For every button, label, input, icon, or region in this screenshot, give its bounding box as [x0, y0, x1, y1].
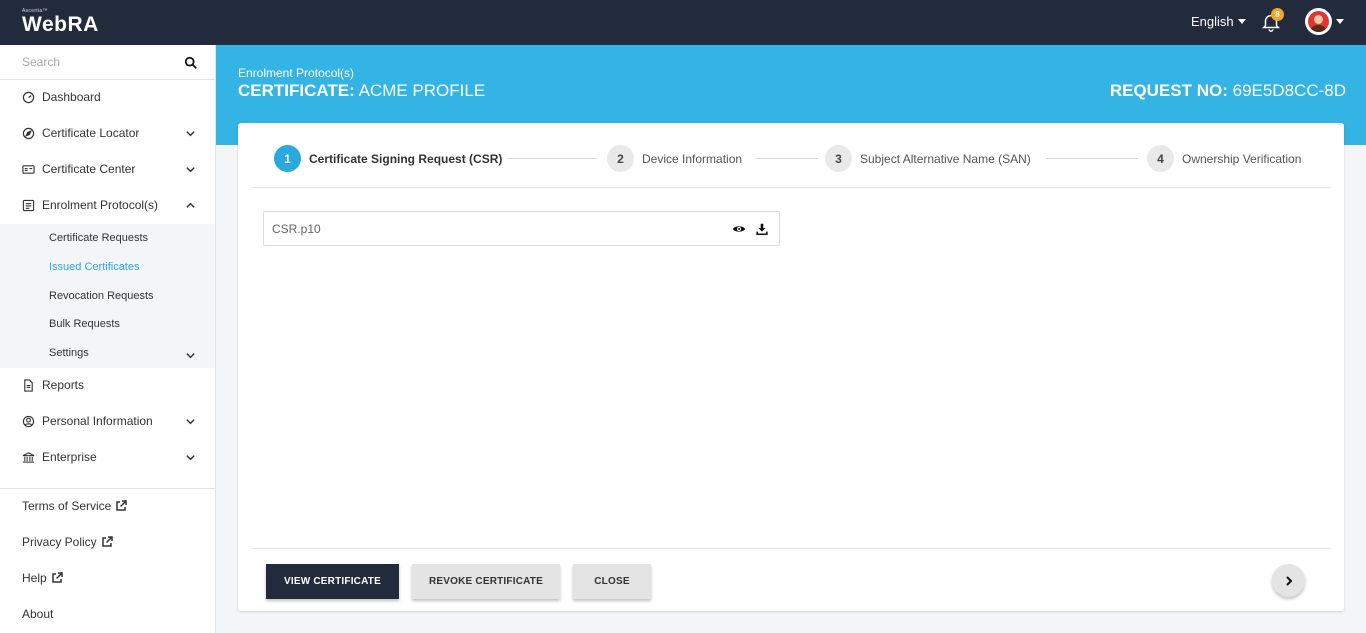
close-button[interactable]: CLOSE	[573, 564, 651, 599]
stepper: 1 Certificate Signing Request (CSR) 2 De…	[251, 123, 1331, 188]
title-prefix: CERTIFICATE:	[238, 81, 355, 100]
dashboard-icon	[22, 91, 35, 103]
step-san[interactable]: 3 Subject Alternative Name (SAN)	[825, 145, 1031, 172]
enrolment-submenu: Certificate Requests Issued Certificates…	[0, 224, 215, 368]
link-label: Help	[22, 571, 47, 585]
step-label: Device Information	[642, 151, 743, 166]
top-bar: Ascertia™ WebRA English 8	[0, 0, 1366, 45]
chevron-down-icon	[186, 455, 195, 461]
sidebar-search	[0, 45, 215, 80]
link-label: About	[22, 607, 54, 621]
chevron-down-icon	[186, 419, 195, 425]
id-card-icon	[22, 164, 35, 174]
step-connector	[1046, 158, 1138, 159]
caret-down-icon	[1336, 19, 1344, 24]
sidebar-divider	[0, 488, 215, 489]
step-label: Subject Alternative Name (SAN)	[860, 151, 1031, 166]
request-value: 69E5D8CC-8D	[1232, 81, 1346, 100]
sidebar-item-label: Reports	[42, 378, 85, 392]
chevron-right-icon	[1285, 575, 1292, 586]
step-number: 4	[1147, 145, 1174, 172]
step-connector	[507, 158, 597, 159]
step-number: 3	[825, 145, 852, 172]
language-selector[interactable]: English	[1191, 14, 1246, 29]
sidebar-item-label: Enterprise	[42, 450, 97, 464]
submenu-item-certificate-requests[interactable]: Certificate Requests	[49, 232, 148, 244]
step-number: 1	[274, 145, 301, 172]
sidebar-item-certificate-center[interactable]: Certificate Center	[0, 151, 215, 187]
sidebar-item-label: Dashboard	[42, 90, 101, 104]
external-link-icon	[51, 572, 63, 583]
csr-file-field: CSR.p10	[263, 211, 780, 246]
sidebar-item-label: Personal Information	[42, 414, 153, 428]
step-ownership-verification[interactable]: 4 Ownership Verification	[1147, 145, 1301, 172]
download-icon[interactable]	[755, 222, 769, 236]
sidebar-item-personal-information[interactable]: Personal Information	[0, 403, 215, 439]
sidebar-item-reports[interactable]: Reports	[0, 367, 215, 403]
breadcrumb: Enrolment Protocol(s)	[238, 66, 355, 80]
submenu-item-issued-certificates[interactable]: Issued Certificates	[49, 261, 139, 273]
compass-icon	[22, 127, 35, 139]
notification-badge: 8	[1271, 8, 1284, 21]
app-name: WebRA	[22, 13, 99, 36]
step-device-information[interactable]: 2 Device Information	[607, 145, 742, 172]
sidebar-item-label: Enrolment Protocol(s)	[42, 198, 159, 212]
user-menu[interactable]	[1305, 8, 1344, 35]
search-input[interactable]	[0, 45, 170, 79]
sidebar-item-dashboard[interactable]: Dashboard	[0, 79, 215, 115]
terms-of-service-link[interactable]: Terms of Service	[22, 499, 128, 513]
step-label: Certificate Signing Request (CSR)	[309, 151, 503, 166]
user-circle-icon	[22, 415, 35, 427]
search-icon[interactable]	[184, 56, 198, 70]
about-link[interactable]: About	[22, 607, 53, 621]
view-certificate-button[interactable]: VIEW CERTIFICATE	[266, 564, 399, 599]
chevron-down-icon[interactable]	[185, 350, 196, 361]
title-value: ACME PROFILE	[358, 81, 486, 100]
page-title: CERTIFICATE: ACME PROFILE	[238, 81, 485, 101]
link-label: Terms of Service	[22, 499, 112, 513]
step-label: Ownership Verification	[1182, 151, 1302, 166]
avatar-icon	[1305, 8, 1332, 35]
chevron-down-icon	[186, 131, 195, 137]
sidebar-item-enrolment-protocols[interactable]: Enrolment Protocol(s)	[0, 187, 215, 223]
protocol-icon	[22, 199, 35, 211]
step-number: 2	[607, 145, 634, 172]
sidebar-item-certificate-locator[interactable]: Certificate Locator	[0, 115, 215, 151]
submenu-item-revocation-requests[interactable]: Revocation Requests	[49, 290, 154, 302]
step-connector	[756, 158, 818, 159]
external-link-icon	[101, 536, 113, 547]
privacy-policy-link[interactable]: Privacy Policy	[22, 535, 113, 549]
request-card: 1 Certificate Signing Request (CSR) 2 De…	[238, 123, 1344, 611]
sidebar-item-label: Certificate Locator	[42, 126, 140, 140]
external-link-icon	[116, 500, 128, 511]
caret-down-icon	[1237, 19, 1246, 24]
link-label: Privacy Policy	[22, 535, 97, 549]
step-csr[interactable]: 1 Certificate Signing Request (CSR)	[274, 145, 502, 172]
sidebar-item-enterprise[interactable]: Enterprise	[0, 439, 215, 475]
request-label: REQUEST NO:	[1109, 81, 1228, 100]
bank-icon	[22, 451, 35, 463]
sidebar-item-label: Certificate Center	[42, 162, 136, 176]
chevron-down-icon	[186, 167, 195, 173]
document-icon	[24, 378, 33, 392]
sidebar: Dashboard Certificate Locator Certificat…	[0, 45, 216, 633]
file-name: CSR.p10	[272, 221, 321, 236]
card-footer-divider	[251, 548, 1331, 549]
next-step-button[interactable]	[1272, 564, 1305, 597]
request-number: REQUEST NO: 69E5D8CC-8D	[1110, 81, 1346, 101]
chevron-up-icon	[186, 202, 195, 208]
eye-icon[interactable]	[732, 222, 746, 236]
submenu-item-settings[interactable]: Settings	[49, 347, 89, 359]
revoke-certificate-button[interactable]: REVOKE CERTIFICATE	[412, 564, 560, 599]
language-label: English	[1191, 14, 1234, 29]
help-link[interactable]: Help	[22, 571, 63, 585]
app-logo[interactable]: Ascertia™ WebRA	[22, 8, 99, 36]
submenu-item-bulk-requests[interactable]: Bulk Requests	[49, 318, 120, 330]
